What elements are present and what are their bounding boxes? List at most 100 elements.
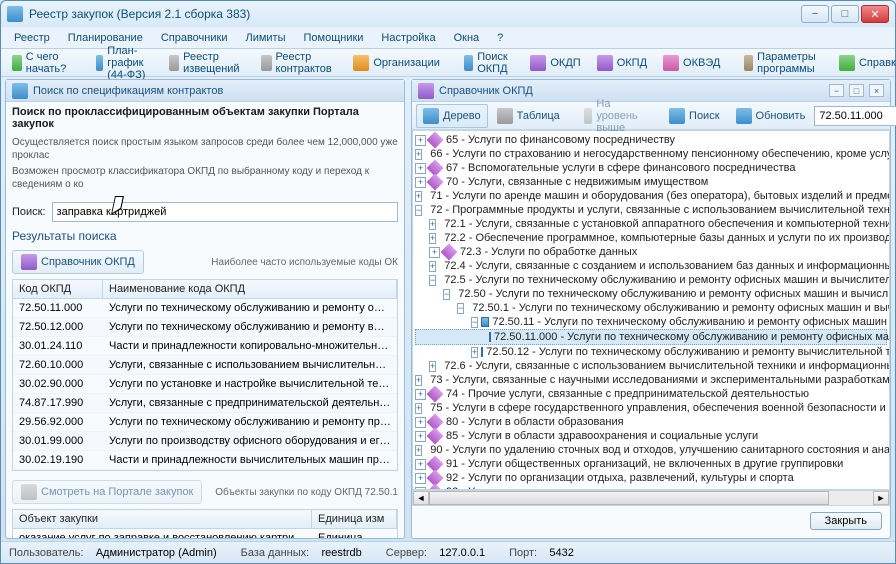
toolbar-окдп[interactable]: ОКДП — [523, 51, 587, 75]
tree-node[interactable]: +72.1 - Услуги, связанные с установкой а… — [415, 217, 887, 231]
minimize-button[interactable]: − — [801, 5, 829, 23]
toolbar-окпд[interactable]: ОКПД — [590, 51, 654, 75]
expand-icon[interactable]: − — [415, 205, 422, 216]
tree-node[interactable]: +85 - Услуги в области здравоохранения и… — [415, 429, 887, 443]
menu-реестр[interactable]: Реестр — [7, 30, 57, 46]
portal-button[interactable]: Смотреть на Портале закупок — [12, 480, 202, 504]
expand-icon[interactable]: + — [429, 261, 436, 272]
expand-icon[interactable]: + — [415, 375, 422, 386]
scroll-track[interactable] — [429, 491, 873, 505]
tree-node[interactable]: +80 - Услуги в области образования — [415, 415, 887, 429]
tree-node[interactable]: +91 - Услуги общественных организаций, н… — [415, 457, 887, 471]
expand-icon[interactable]: + — [429, 361, 436, 372]
tree-node[interactable]: +72.2 - Обеспечение программное, компьют… — [415, 231, 887, 245]
expand-icon[interactable]: + — [415, 177, 426, 188]
toolbar-организации[interactable]: Организации — [346, 51, 447, 75]
col-header-code[interactable]: Код ОКПД — [13, 280, 103, 298]
result-row[interactable]: 30.02.19.190Части и принадлежности вычис… — [13, 451, 397, 470]
scroll-right-button[interactable]: ► — [873, 491, 889, 505]
toolbar-с-чего-начать?[interactable]: С чего начать? — [5, 47, 79, 79]
tree-node[interactable]: +75 - Услуги в сфере государственного уп… — [415, 401, 887, 415]
tree-node[interactable]: −72.5 - Услуги по техническому обслужива… — [415, 273, 887, 287]
toolbar-поиск-окпд[interactable]: Поиск ОКПД — [457, 47, 521, 79]
result-row[interactable]: 72.50.11.000Услуги по техническому обслу… — [13, 299, 397, 318]
result-row[interactable]: 29.56.92.000Услуги по техническому обслу… — [13, 413, 397, 432]
tree-node[interactable]: +72.4 - Услуги, связанные с созданием и … — [415, 259, 887, 273]
expand-icon[interactable]: + — [415, 403, 422, 414]
tree-node[interactable]: +92 - Услуги по организации отдыха, разв… — [415, 471, 887, 485]
code-input[interactable] — [814, 106, 896, 126]
expand-icon[interactable]: + — [415, 389, 426, 400]
tree-node[interactable]: −72.50.1 - Услуги по техническому обслуж… — [415, 301, 887, 315]
menu-справочники[interactable]: Справочники — [154, 30, 235, 46]
close-panel-button[interactable]: Закрыть — [810, 512, 882, 530]
result-row[interactable]: 72.50.12.000Услуги по техническому обслу… — [13, 318, 397, 337]
expand-icon[interactable]: + — [429, 233, 436, 244]
toolbar-оквэд[interactable]: ОКВЭД — [656, 51, 727, 75]
toolbar-реестр-извещений[interactable]: Реестр извещений — [162, 47, 252, 79]
expand-icon[interactable]: − — [457, 303, 464, 314]
tree-node[interactable]: 72.50.11.000 - Услуги по техническому об… — [415, 329, 887, 345]
panel-minimize-button[interactable]: − — [829, 84, 844, 97]
tree-node[interactable]: +67 - Вспомогательные услуги в сфере фин… — [415, 161, 887, 175]
expand-icon[interactable]: − — [471, 317, 478, 328]
result-row[interactable]: 30.01.99.000Услуги по производству офисн… — [13, 432, 397, 451]
menu-окна[interactable]: Окна — [447, 30, 487, 46]
expand-icon[interactable]: + — [415, 431, 426, 442]
close-button[interactable]: ✕ — [861, 5, 889, 23]
menu-лимиты[interactable]: Лимиты — [238, 30, 292, 46]
tree-node[interactable]: +71 - Услуги по аренде машин и оборудова… — [415, 189, 887, 203]
scroll-thumb[interactable] — [429, 491, 829, 505]
result-row[interactable]: 30.01.24.110Части и принадлежности копир… — [13, 337, 397, 356]
expand-icon[interactable]: + — [429, 219, 436, 230]
col-header-name[interactable]: Наименование кода ОКПД — [103, 280, 397, 298]
expand-icon[interactable]: + — [415, 191, 422, 202]
tree-node[interactable]: +74 - Прочие услуги, связанные с предпри… — [415, 387, 887, 401]
toolbar-параметры-программы[interactable]: Параметры программы — [737, 47, 830, 79]
horizontal-scrollbar[interactable]: ◄ ► — [412, 490, 890, 506]
panel-close-button[interactable]: × — [869, 84, 884, 97]
tree-node[interactable]: +72.3 - Услуги по обработке данных — [415, 245, 887, 259]
tree-node[interactable]: +73 - Услуги, связанные с научными иссле… — [415, 373, 887, 387]
expand-icon[interactable]: + — [415, 445, 422, 456]
level-up-button[interactable]: На уровень выше — [577, 94, 652, 138]
menu-настройка[interactable]: Настройка — [374, 30, 442, 46]
tree-node[interactable]: +66 - Услуги по страхованию и негосударс… — [415, 147, 887, 161]
tree-node[interactable]: −72.50 - Услуги по техническому обслужив… — [415, 287, 887, 301]
scroll-left-button[interactable]: ◄ — [413, 491, 429, 505]
expand-icon[interactable]: − — [429, 275, 436, 286]
expand-icon[interactable]: + — [415, 473, 426, 484]
object-row[interactable]: оказание услуг по заправке и восстановле… — [13, 529, 397, 538]
table-mode-button[interactable]: Таблица — [490, 104, 567, 128]
tree-node[interactable]: +70 - Услуги, связанные с недвижимым иму… — [415, 175, 887, 189]
refresh-button[interactable]: Обновить — [729, 104, 813, 128]
col-header-unit[interactable]: Единица изм — [312, 510, 397, 528]
col-header-object[interactable]: Объект закупки — [13, 510, 312, 528]
titlebar[interactable]: Реестр закупок (Версия 2.1 сборка 383) −… — [1, 1, 895, 27]
tree-search-button[interactable]: Поиск — [662, 104, 726, 128]
expand-icon[interactable]: + — [415, 459, 426, 470]
menu-?[interactable]: ? — [490, 30, 510, 46]
result-row[interactable]: 74.87.17.990Услуги, связанные с предприн… — [13, 394, 397, 413]
tree-node[interactable]: −72.50.11 - Услуги по техническому обслу… — [415, 315, 887, 329]
tree-node[interactable]: −72 - Программные продукты и услуги, свя… — [415, 203, 887, 217]
result-row[interactable]: 30.02.90.000Услуги по установке и настро… — [13, 375, 397, 394]
expand-icon[interactable]: + — [415, 163, 426, 174]
maximize-button[interactable]: □ — [831, 5, 859, 23]
search-panel-title[interactable]: Поиск по спецификациям контрактов — [6, 80, 404, 102]
tree-node[interactable]: +72.50.12 - Услуги по техническому обслу… — [415, 345, 887, 359]
tree-node[interactable]: +72.6 - Услуги, связанные с использовани… — [415, 359, 887, 373]
tree-node[interactable]: +90 - Услуги по удалению сточных вод и о… — [415, 443, 887, 457]
expand-icon[interactable]: + — [471, 347, 478, 358]
expand-icon[interactable]: − — [443, 289, 450, 300]
toolbar-план-график-(44-фз)[interactable]: План-график (44-ФЗ) — [89, 41, 159, 85]
search-input[interactable] — [52, 202, 398, 222]
expand-icon[interactable]: + — [429, 247, 440, 258]
menu-помощники[interactable]: Помощники — [296, 30, 370, 46]
spravochnik-okpd-button[interactable]: Справочник ОКПД — [12, 250, 144, 274]
result-row[interactable]: 72.60.10.000Услуги, связанные с использо… — [13, 356, 397, 375]
expand-icon[interactable]: + — [415, 417, 426, 428]
panel-maximize-button[interactable]: □ — [849, 84, 864, 97]
okpd-tree[interactable]: +65 - Услуги по финансовому посредничест… — [412, 130, 890, 490]
expand-icon[interactable]: + — [415, 135, 426, 146]
